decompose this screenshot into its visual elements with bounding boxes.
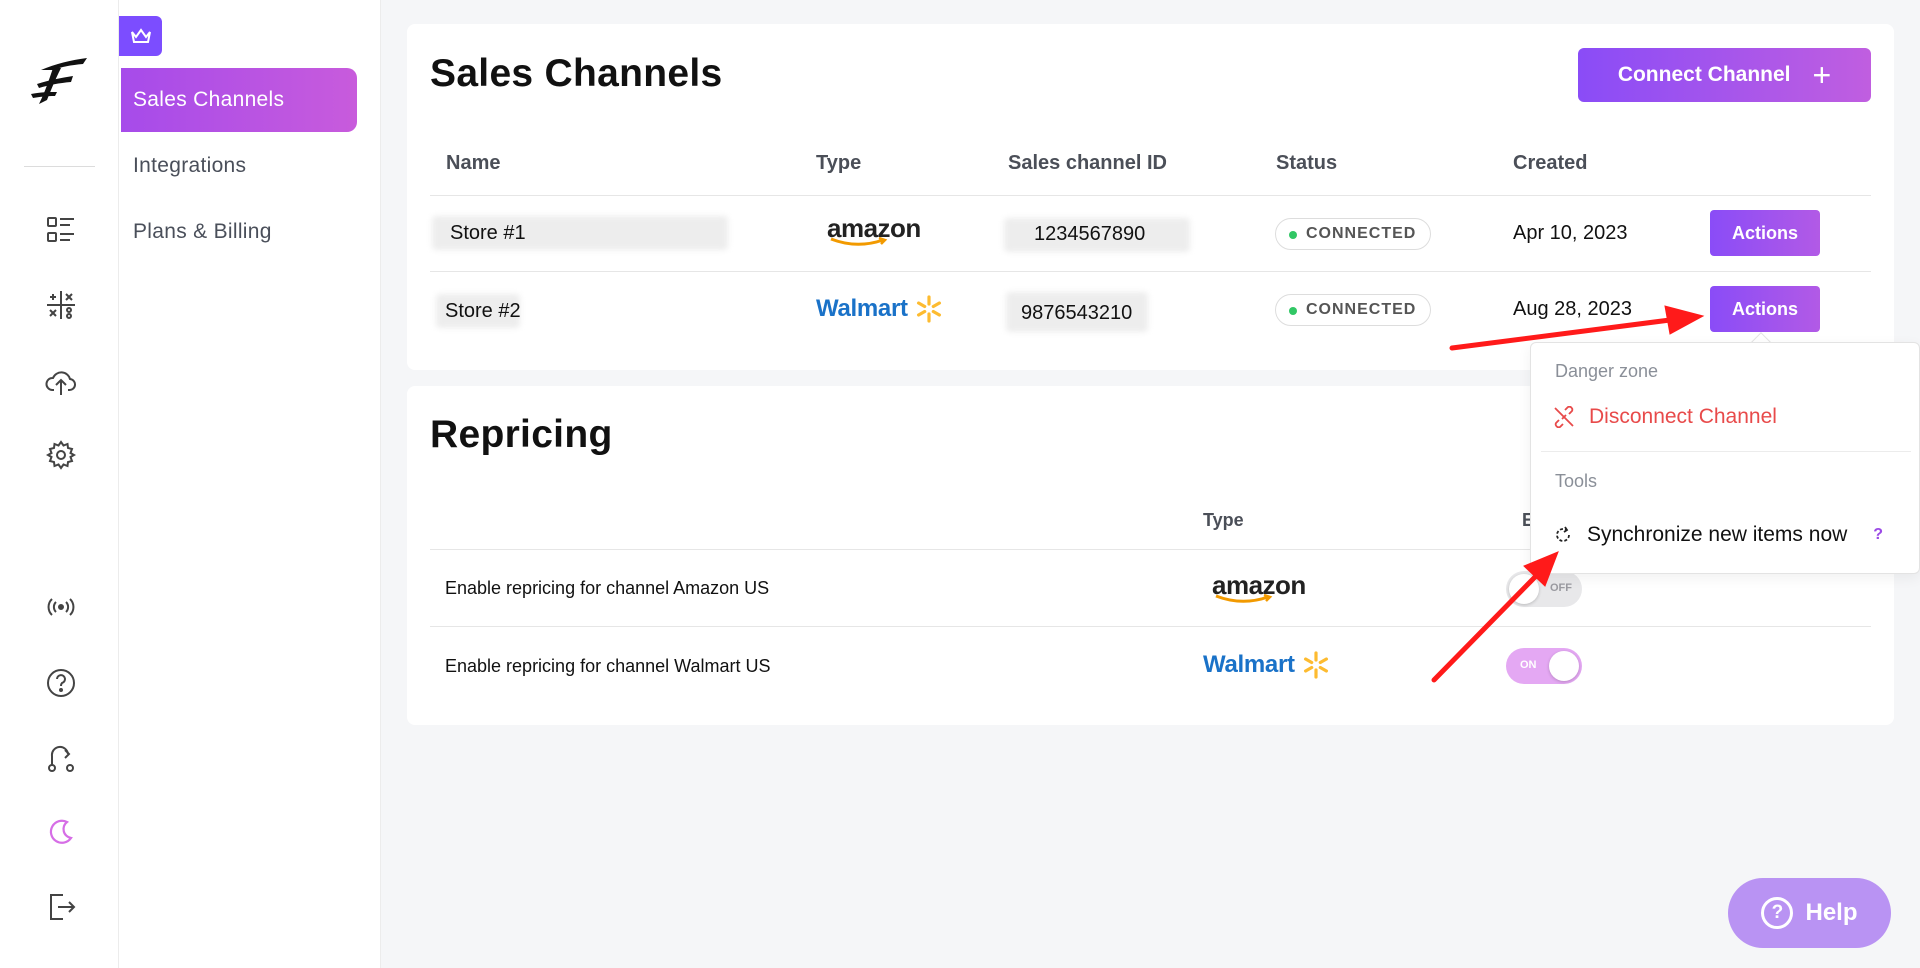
- synchronize-items-item[interactable]: Synchronize new items now ?: [1553, 523, 1883, 547]
- toggle-state-label: ON: [1520, 659, 1537, 671]
- cloud-upload-icon[interactable]: [44, 365, 78, 399]
- walmart-spark-icon: [916, 295, 941, 323]
- walmart-spark-icon: [1303, 651, 1328, 679]
- walmart-logo-text: Walmart: [1203, 651, 1295, 678]
- amazon-logo: amazon: [827, 213, 922, 249]
- disconnect-channel-label: Disconnect Channel: [1589, 405, 1777, 428]
- repricing-row-label: Enable repricing for channel Amazon US: [445, 578, 770, 598]
- list-icon[interactable]: [44, 213, 78, 247]
- table-divider: [430, 195, 1871, 196]
- moon-icon[interactable]: [44, 815, 78, 849]
- table-divider: [430, 271, 1871, 272]
- row1-name: Store #1: [450, 222, 526, 244]
- tools-header: Tools: [1555, 471, 1598, 491]
- walmart-logo-text: Walmart: [816, 295, 908, 322]
- crown-icon[interactable]: [119, 16, 162, 56]
- sidebar-item-sales-channels[interactable]: Sales Channels: [121, 68, 357, 132]
- calculator-icon[interactable]: [44, 288, 78, 322]
- column-header-created: Created: [1513, 152, 1588, 174]
- row2-created: Aug 28, 2023: [1513, 298, 1632, 320]
- actions-button[interactable]: Actions: [1710, 210, 1820, 256]
- dropdown-divider: [1541, 451, 1911, 452]
- toggle-knob: [1549, 651, 1579, 681]
- status-badge: CONNECTED: [1275, 218, 1432, 250]
- broadcast-icon[interactable]: [44, 590, 78, 624]
- actions-button[interactable]: Actions: [1710, 286, 1820, 332]
- connect-channel-label: Connect Channel: [1617, 63, 1791, 86]
- column-header-status: Status: [1276, 152, 1338, 174]
- disconnect-channel-item[interactable]: Disconnect Channel: [1553, 405, 1777, 429]
- sidebar-item-label: Integrations: [133, 154, 247, 177]
- gear-icon[interactable]: [44, 438, 78, 472]
- row2-name: Store #2: [445, 300, 521, 322]
- column-header-name: Name: [446, 152, 501, 174]
- sync-icon: [1556, 526, 1570, 542]
- repricing-column-type: Type: [1203, 510, 1244, 530]
- danger-zone-header: Danger zone: [1555, 361, 1659, 381]
- actions-dropdown-menu: Danger zone Disconnect Channel Tools Syn…: [1530, 342, 1920, 574]
- column-header-channel-id: Sales channel ID: [1008, 152, 1167, 174]
- toggle-knob: [1509, 574, 1539, 604]
- help-label: Help: [1805, 899, 1858, 926]
- repricing-row-label: Enable repricing for channel Walmart US: [445, 656, 771, 676]
- toggle-state-label: OFF: [1550, 582, 1572, 594]
- rail-divider: [24, 166, 95, 167]
- repricing-toggle-amazon[interactable]: OFF: [1506, 571, 1582, 607]
- synchronize-items-label: Synchronize new items now: [1587, 523, 1848, 546]
- row1-created: Apr 10, 2023: [1513, 222, 1628, 244]
- connect-channel-button[interactable]: Connect Channel +: [1578, 48, 1871, 102]
- question-circle-icon: ?: [1761, 897, 1794, 929]
- column-header-type: Type: [816, 152, 862, 174]
- route-icon[interactable]: [44, 741, 78, 775]
- repricing-toggle-walmart[interactable]: ON: [1506, 648, 1582, 684]
- page-title: Sales Channels: [430, 52, 723, 95]
- help-question-icon[interactable]: ?: [1873, 526, 1883, 544]
- walmart-logo: Walmart: [816, 294, 944, 324]
- logout-icon[interactable]: [44, 890, 78, 924]
- status-badge: CONNECTED: [1275, 294, 1432, 326]
- app-logo-icon[interactable]: [27, 52, 91, 112]
- icon-rail: [0, 0, 119, 968]
- help-button[interactable]: ? Help: [1728, 878, 1891, 948]
- row2-channel-id: 9876543210: [1021, 302, 1133, 324]
- sidebar-item-integrations[interactable]: Integrations: [121, 134, 357, 198]
- question-icon[interactable]: [44, 666, 78, 700]
- amazon-logo: amazon: [1212, 570, 1307, 606]
- sidebar-item-label: Plans & Billing: [133, 220, 272, 243]
- sidebar-item-label: Sales Channels: [133, 88, 285, 111]
- table-divider: [430, 626, 1871, 627]
- unlink-icon: [1554, 406, 1574, 428]
- walmart-logo: Walmart: [1203, 650, 1331, 680]
- repricing-title: Repricing: [430, 413, 613, 456]
- row1-channel-id: 1234567890: [1034, 223, 1146, 245]
- sidebar-item-plans-billing[interactable]: Plans & Billing: [121, 200, 357, 264]
- plus-icon: +: [1812, 57, 1832, 93]
